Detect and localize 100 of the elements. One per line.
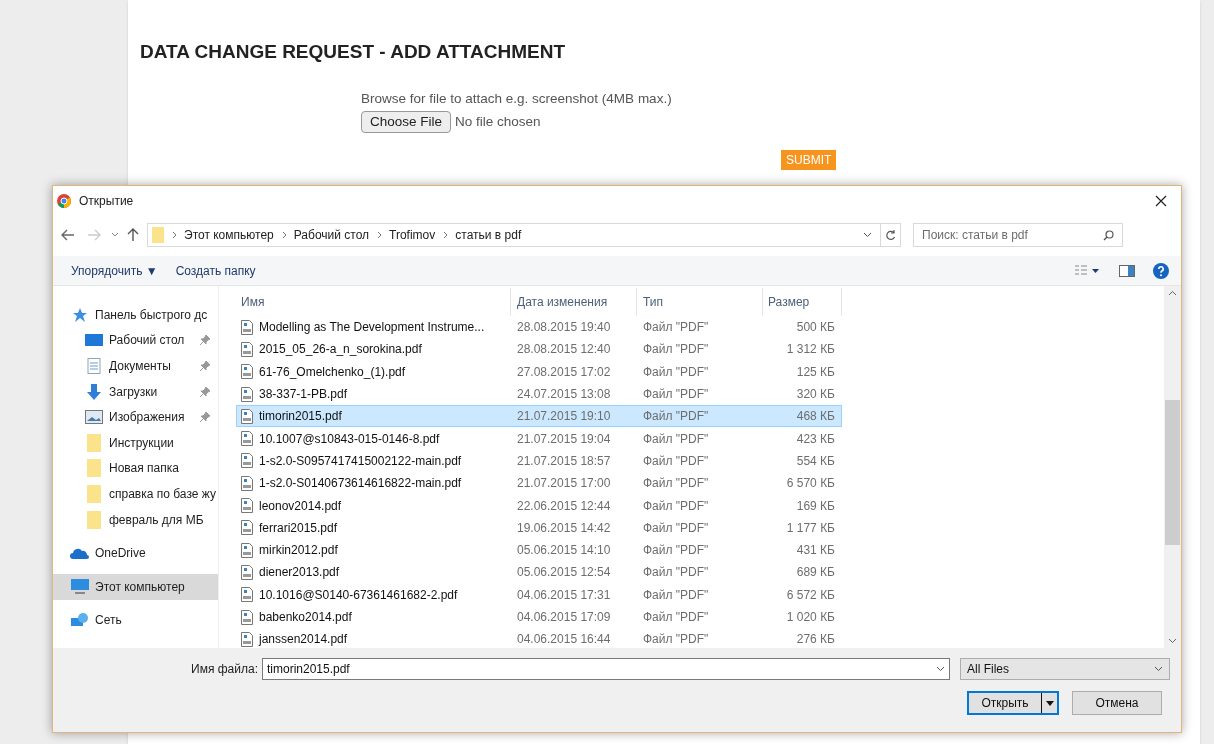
pdf-file-icon — [241, 431, 253, 447]
scrollbar-thumb[interactable] — [1165, 400, 1180, 545]
file-type: Файл "PDF" — [642, 363, 710, 381]
sidebar-label: Загрузки — [109, 383, 158, 401]
address-bar[interactable]: Этот компьютер Рабочий стол Trofimov статьи в pdf — [147, 223, 901, 247]
folder-icon — [152, 227, 164, 243]
sidebar-item[interactable]: Панель быстрого дс — [53, 302, 218, 328]
filename-field[interactable]: timorin2015.pdf — [261, 658, 950, 680]
file-type: Файл "PDF" — [642, 452, 710, 470]
sidebar-item[interactable]: Рабочий стол — [53, 327, 218, 354]
folder-icon — [87, 484, 101, 503]
down-arrow-icon — [86, 383, 102, 400]
file-row[interactable]: 1-s2.0-S0140673614616822-main.pdf 21.07.2015 17:00 Файл "PDF" 6 570 КБ — [236, 472, 842, 495]
sidebar-item[interactable]: Этот компьютер — [53, 573, 218, 600]
file-size: 6 570 КБ — [785, 475, 835, 493]
file-row[interactable]: 10.1007@s10843-015-0146-8.pdf 21.07.2015 19:04 Файл "PDF" 423 КБ — [236, 427, 842, 450]
sidebar-item[interactable]: Документы — [53, 353, 218, 379]
scroll-up-icon[interactable] — [1168, 290, 1177, 296]
file-type: Файл "PDF" — [642, 341, 710, 359]
chevron-down-icon[interactable] — [111, 232, 119, 238]
help-icon[interactable] — [1153, 262, 1169, 279]
breadcrumb-item[interactable]: Trofimov — [389, 226, 436, 244]
sidebar-item[interactable]: OneDrive — [53, 540, 218, 566]
file-size: 689 КБ — [795, 564, 835, 582]
sidebar-item[interactable]: справка по базе жу — [53, 481, 218, 507]
file-row[interactable]: leonov2014.pdf 22.06.2015 12:44 Файл "PDF" 169 КБ — [236, 494, 842, 517]
column-header[interactable]: Размер — [763, 288, 842, 316]
filename-label: Имя файла: — [191, 661, 258, 678]
file-row[interactable]: 2015_05_26-a_n_sorokina.pdf 28.08.2015 12:40 Файл "PDF" 1 312 КБ — [236, 338, 842, 361]
up-arrow-icon[interactable] — [127, 228, 139, 242]
cloud-icon — [70, 547, 90, 560]
file-size: 276 КБ — [795, 631, 835, 649]
file-row[interactable]: ferrari2015.pdf 19.06.2015 14:42 Файл "PDF" 1 177 КБ — [236, 516, 842, 539]
file-row[interactable]: 1-s2.0-S0957417415002122-main.pdf 21.07.2015 18:57 Файл "PDF" 554 КБ — [236, 449, 842, 473]
file-size: 431 КБ — [795, 542, 835, 560]
chevron-down-icon[interactable] — [863, 232, 872, 238]
pdf-file-icon — [241, 631, 253, 647]
search-field[interactable]: Поиск: статьи в pdf — [913, 223, 1123, 247]
file-name: 38-337-1-PB.pdf — [259, 386, 348, 404]
sidebar-item[interactable]: Сеть — [53, 607, 218, 634]
monitor-icon — [71, 579, 89, 595]
file-type-select[interactable]: All Files — [959, 658, 1170, 680]
breadcrumb-item[interactable]: Этот компьютер — [184, 226, 274, 244]
sidebar-item[interactable]: февраль для МБ — [53, 506, 218, 533]
file-type: Файл "PDF" — [642, 319, 710, 337]
sidebar-item[interactable]: Загрузки — [53, 378, 218, 405]
sidebar-item[interactable]: Новая папка — [53, 455, 218, 482]
search-icon — [1103, 229, 1114, 241]
back-arrow-icon[interactable] — [61, 229, 75, 241]
file-name: 10.1007@s10843-015-0146-8.pdf — [259, 430, 440, 448]
preview-pane-icon[interactable] — [1119, 264, 1135, 277]
sidebar-label: Инструкции — [109, 434, 174, 452]
sidebar-label: Этот компьютер — [95, 578, 185, 596]
sidebar-item[interactable]: Изображения — [53, 404, 218, 430]
file-name: 2015_05_26-a_n_sorokina.pdf — [259, 341, 422, 359]
file-type-value: All Files — [966, 661, 1009, 678]
file-row[interactable]: Modelling as The Development Instrume... 28.08.2015 19:40 Файл "PDF" 500 КБ — [236, 316, 842, 339]
scroll-down-icon[interactable] — [1168, 638, 1177, 644]
choose-file-button[interactable]: Choose File — [361, 110, 452, 133]
file-row[interactable]: 38-337-1-PB.pdf 24.07.2015 13:08 Файл "PDF" 320 КБ — [236, 382, 842, 406]
scrollbar[interactable] — [1164, 286, 1181, 648]
file-row[interactable]: mirkin2012.pdf 05.06.2015 14:10 Файл "PDF" 431 КБ — [236, 538, 842, 562]
view-options-icon[interactable] — [1075, 264, 1101, 277]
organize-menu[interactable]: Упорядочить ▼ — [71, 261, 158, 280]
file-row[interactable]: timorin2015.pdf 21.07.2015 19:10 Файл "PDF" 468 КБ — [236, 405, 842, 428]
chevron-down-icon — [1153, 666, 1163, 672]
sidebar-item[interactable]: Инструкции — [53, 429, 218, 456]
column-header[interactable]: Имя — [236, 288, 511, 316]
breadcrumb-item[interactable]: Рабочий стол — [293, 226, 370, 244]
file-name: timorin2015.pdf — [259, 408, 342, 426]
file-date: 28.08.2015 12:40 — [516, 341, 612, 359]
file-row[interactable]: 61-76_Omelchenko_(1).pdf 27.08.2015 17:02 Файл "PDF" 125 КБ — [236, 360, 842, 383]
breadcrumb-item[interactable]: статьи в pdf — [455, 226, 522, 244]
file-row[interactable]: diener2013.pdf 05.06.2015 12:54 Файл "PDF" 689 КБ — [236, 561, 842, 584]
close-icon — [1155, 195, 1167, 207]
pdf-file-icon — [241, 475, 253, 491]
document-icon — [87, 358, 101, 374]
browser-logo-icon — [57, 194, 71, 208]
file-type: Файл "PDF" — [642, 386, 710, 404]
cancel-button[interactable]: Отмена — [1072, 691, 1162, 715]
chevron-right-icon — [281, 231, 287, 239]
file-row[interactable]: 10.1016@S0140-67361461682-2.pdf 04.06.2015 17:31 Файл "PDF" 6 572 КБ — [236, 583, 842, 606]
file-date: 21.07.2015 19:10 — [516, 408, 612, 426]
folder-icon — [87, 459, 101, 478]
new-folder-button[interactable]: Создать папку — [175, 261, 256, 280]
file-size: 1 020 КБ — [785, 609, 835, 626]
file-date: 04.06.2015 17:31 — [516, 586, 612, 604]
sidebar-label: Панель быстрого дс — [95, 306, 208, 324]
file-type: Файл "PDF" — [642, 609, 710, 626]
column-header[interactable]: Тип — [637, 288, 763, 316]
file-date: 21.07.2015 17:00 — [516, 475, 612, 493]
file-name: babenko2014.pdf — [259, 609, 352, 626]
file-row[interactable]: babenko2014.pdf 04.06.2015 17:09 Файл "PDF" 1 020 КБ — [236, 605, 842, 629]
open-button[interactable]: Открыть — [967, 691, 1059, 715]
file-row[interactable]: janssen2014.pdf 04.06.2015 16:44 Файл "PDF" 276 КБ — [236, 628, 842, 651]
file-date: 21.07.2015 19:04 — [516, 430, 612, 448]
file-size: 320 КБ — [795, 386, 835, 404]
column-header[interactable]: Дата изменения — [511, 288, 637, 316]
chevron-down-icon[interactable] — [935, 666, 945, 672]
pdf-file-icon — [241, 319, 253, 335]
